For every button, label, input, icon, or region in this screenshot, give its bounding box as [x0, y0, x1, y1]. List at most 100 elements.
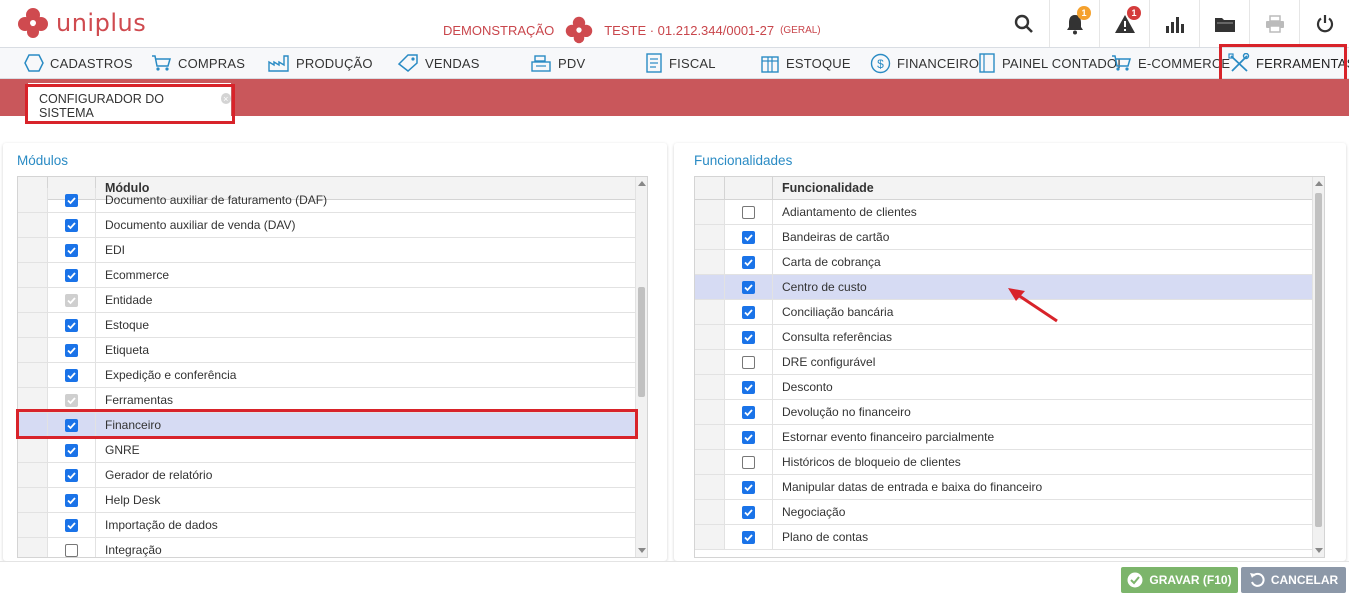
row-indicator[interactable]: [18, 463, 48, 487]
row-checkbox[interactable]: [65, 468, 78, 482]
table-row[interactable]: Carta de cobrança: [695, 250, 1312, 275]
table-row[interactable]: Importação de dados: [18, 513, 635, 538]
row-indicator[interactable]: [18, 263, 48, 287]
row-checkbox[interactable]: [65, 543, 78, 557]
table-row[interactable]: Negociação: [695, 500, 1312, 525]
scroll-down-icon[interactable]: [638, 548, 646, 553]
row-indicator[interactable]: [695, 200, 725, 224]
table-row[interactable]: Históricos de bloqueio de clientes: [695, 450, 1312, 475]
row-indicator[interactable]: [695, 450, 725, 474]
row-checkbox[interactable]: [65, 493, 78, 507]
row-checkbox[interactable]: [65, 343, 78, 357]
row-checkbox[interactable]: [742, 455, 755, 469]
table-row[interactable]: GNRE: [18, 438, 635, 463]
row-indicator[interactable]: [695, 225, 725, 249]
table-row[interactable]: Adiantamento de clientes: [695, 200, 1312, 225]
row-checkbox[interactable]: [65, 193, 78, 207]
menu-financeiro[interactable]: $ FINANCEIRO: [870, 48, 979, 78]
row-indicator[interactable]: [18, 313, 48, 337]
row-indicator[interactable]: [18, 538, 48, 557]
alert-icon[interactable]: 1: [1099, 0, 1149, 47]
row-checkbox[interactable]: [65, 368, 78, 382]
table-row[interactable]: Consulta referências: [695, 325, 1312, 350]
scroll-thumb[interactable]: [1315, 193, 1322, 527]
cancel-button[interactable]: CANCELAR: [1241, 567, 1346, 593]
row-indicator[interactable]: [695, 425, 725, 449]
table-row[interactable]: DRE configurável: [695, 350, 1312, 375]
scroll-up-icon[interactable]: [1315, 181, 1323, 186]
row-indicator[interactable]: [695, 475, 725, 499]
row-checkbox[interactable]: [65, 268, 78, 282]
menu-ecommerce[interactable]: E-COMMERCE: [1111, 48, 1230, 78]
save-button[interactable]: GRAVAR (F10): [1121, 567, 1238, 593]
folder-icon[interactable]: [1199, 0, 1249, 47]
row-indicator[interactable]: [18, 288, 48, 312]
row-checkbox[interactable]: [65, 318, 78, 332]
row-indicator[interactable]: [695, 300, 725, 324]
table-row[interactable]: Expedição e conferência: [18, 363, 635, 388]
scroll-down-icon[interactable]: [1315, 548, 1323, 553]
row-checkbox[interactable]: [742, 480, 755, 494]
row-checkbox[interactable]: [742, 530, 755, 544]
table-row[interactable]: Estoque: [18, 313, 635, 338]
search-icon[interactable]: [999, 0, 1049, 47]
row-checkbox[interactable]: [65, 243, 78, 257]
row-checkbox[interactable]: [742, 405, 755, 419]
power-icon[interactable]: [1299, 0, 1349, 47]
row-indicator[interactable]: [695, 400, 725, 424]
row-indicator[interactable]: [695, 250, 725, 274]
row-checkbox[interactable]: [65, 518, 78, 532]
table-row[interactable]: Ecommerce: [18, 263, 635, 288]
row-indicator[interactable]: [18, 188, 48, 212]
row-checkbox[interactable]: [742, 255, 755, 269]
menu-painel-contador[interactable]: PAINEL CONTADOI: [978, 48, 1121, 78]
table-row[interactable]: Documento auxiliar de venda (DAV): [18, 213, 635, 238]
menu-pdv[interactable]: PDV: [530, 48, 585, 78]
row-checkbox[interactable]: [65, 443, 78, 457]
row-indicator[interactable]: [695, 500, 725, 524]
bell-icon[interactable]: 1: [1049, 0, 1099, 47]
row-checkbox[interactable]: [742, 430, 755, 444]
row-checkbox[interactable]: [742, 330, 755, 344]
row-indicator[interactable]: [695, 275, 725, 299]
table-row[interactable]: Centro de custo: [695, 275, 1312, 300]
table-row[interactable]: Entidade: [18, 288, 635, 313]
menu-estoque[interactable]: ESTOQUE: [760, 48, 851, 78]
table-row[interactable]: Documento auxiliar de faturamento (DAF): [18, 188, 635, 213]
row-checkbox[interactable]: [742, 305, 755, 319]
table-row[interactable]: Etiqueta: [18, 338, 635, 363]
printer-icon[interactable]: [1249, 0, 1299, 47]
menu-producao[interactable]: PRODUÇÃO: [268, 48, 373, 78]
row-checkbox[interactable]: [742, 505, 755, 519]
menu-vendas[interactable]: VENDAS: [397, 48, 480, 78]
modulos-scrollbar[interactable]: [635, 177, 647, 557]
table-row[interactable]: Conciliação bancária: [695, 300, 1312, 325]
row-checkbox[interactable]: [742, 230, 755, 244]
row-checkbox[interactable]: [742, 280, 755, 294]
row-indicator[interactable]: [18, 338, 48, 362]
row-checkbox[interactable]: [65, 218, 78, 232]
row-indicator[interactable]: [18, 438, 48, 462]
chart-icon[interactable]: [1149, 0, 1199, 47]
table-row[interactable]: Gerador de relatório: [18, 463, 635, 488]
table-row[interactable]: Devolução no financeiro: [695, 400, 1312, 425]
table-row[interactable]: Estornar evento financeiro parcialmente: [695, 425, 1312, 450]
row-indicator[interactable]: [18, 363, 48, 387]
row-checkbox[interactable]: [742, 355, 755, 369]
table-row[interactable]: Integração: [18, 538, 635, 557]
row-indicator[interactable]: [18, 238, 48, 262]
scroll-thumb[interactable]: [638, 287, 645, 397]
row-indicator[interactable]: [695, 375, 725, 399]
table-row[interactable]: Bandeiras de cartão: [695, 225, 1312, 250]
table-row[interactable]: Help Desk: [18, 488, 635, 513]
table-row[interactable]: Plano de contas: [695, 525, 1312, 550]
row-checkbox[interactable]: [742, 205, 755, 219]
row-checkbox[interactable]: [742, 380, 755, 394]
funcionalidades-scrollbar[interactable]: [1312, 177, 1324, 557]
column-funcionalidade[interactable]: Funcionalidade: [773, 177, 1324, 199]
row-indicator[interactable]: [695, 350, 725, 374]
menu-compras[interactable]: COMPRAS: [151, 48, 245, 78]
scroll-up-icon[interactable]: [638, 181, 646, 186]
row-indicator[interactable]: [18, 488, 48, 512]
row-indicator[interactable]: [18, 213, 48, 237]
